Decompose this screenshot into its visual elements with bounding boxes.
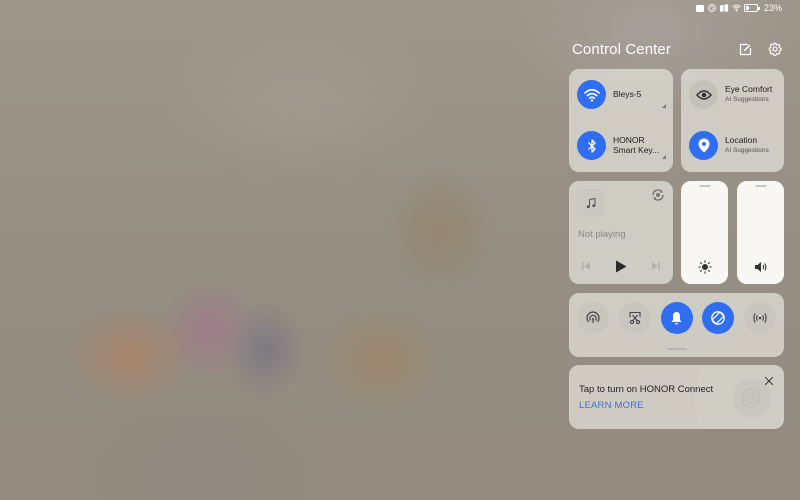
nfc-toggle[interactable] [744,302,776,334]
play-icon [616,260,627,272]
hotspot-icon [586,311,600,323]
bluetooth-expand-indicator [662,155,666,159]
wifi-network-name: Bleys-5 [613,88,642,99]
learn-more-link[interactable]: LEARN MORE [579,400,644,411]
speaker-icon [754,262,766,272]
settings-button[interactable] [766,40,784,58]
gear-icon [768,42,782,56]
play-button[interactable] [614,259,628,273]
wifi-tile[interactable]: Bleys-5 [577,80,667,109]
previous-button[interactable] [579,259,593,273]
location-icon [698,138,709,153]
quick-toggles-row [577,302,776,334]
next-icon [652,262,660,270]
media-status: Not playing [578,229,626,240]
sun-icon [697,260,712,274]
location-sublabel: AI Suggestions [725,147,769,155]
close-icon [764,376,774,386]
honor-connect-message: Tap to turn on HONOR Connect [579,384,714,395]
wifi-toggle[interactable] [577,80,606,109]
brightness-slider-handle[interactable] [699,185,710,187]
nfc-icon [753,313,767,323]
ai-suggestions-card: Eye Comfort AI Suggestions Location AI S… [681,69,784,172]
close-button[interactable] [764,373,774,386]
location-tile[interactable]: Location AI Suggestions [689,131,779,160]
sound-toggle[interactable] [660,302,693,334]
page-indicator[interactable] [666,347,687,350]
bluetooth-icon [587,138,596,153]
eye-icon [695,89,712,100]
media-controls [579,259,663,273]
battery-percent: 23% [763,3,782,13]
connectivity-card: Bleys-5 HONOR Smart Key... [569,69,673,172]
previous-icon [582,262,590,270]
bluetooth-device-name-line2: Smart Key... [613,144,660,155]
screenshot-scissors-icon [629,311,641,325]
quick-toggles-card [569,293,784,357]
location-toggle[interactable] [689,131,718,160]
volume-slider-handle[interactable] [755,185,766,187]
wifi-icon [732,4,741,13]
rotate-icon [711,311,726,325]
status-bar: 23% [696,2,782,14]
bluetooth-tile[interactable]: HONOR Smart Key... [577,131,667,160]
notification-icon [696,4,705,13]
eye-comfort-label: Eye Comfort [725,84,773,95]
eye-comfort-sublabel: AI Suggestions [725,96,769,104]
battery-icon [743,4,760,12]
clock-icon [708,4,717,13]
location-label: Location [725,135,758,146]
eye-comfort-tile[interactable]: Eye Comfort AI Suggestions [689,80,779,109]
brightness-slider[interactable] [681,181,728,284]
bell-icon [671,312,682,325]
screenshot-toggle[interactable] [618,302,651,334]
honor-connect-card[interactable]: Tap to turn on HONOR Connect LEARN MORE [569,365,784,429]
auto-rotate-toggle[interactable] [702,302,735,334]
eye-comfort-toggle[interactable] [689,80,718,109]
signal-icon [719,4,729,13]
page-title: Control Center [572,40,671,58]
edit-button[interactable] [736,40,754,58]
audio-output-button[interactable] [651,188,665,202]
honor-connect-icon [741,388,761,408]
hotspot-toggle[interactable] [577,302,609,334]
edit-icon [739,43,751,55]
media-player-card[interactable]: Not playing [569,181,673,284]
next-button[interactable] [649,259,663,273]
audio-output-icon [652,189,664,201]
wifi-expand-indicator [662,104,666,108]
album-art [577,189,605,217]
wifi-icon [583,88,600,102]
volume-slider[interactable] [737,181,784,284]
music-note-icon [586,197,596,208]
bluetooth-toggle[interactable] [577,131,606,160]
control-center-header: Control Center [572,38,784,60]
